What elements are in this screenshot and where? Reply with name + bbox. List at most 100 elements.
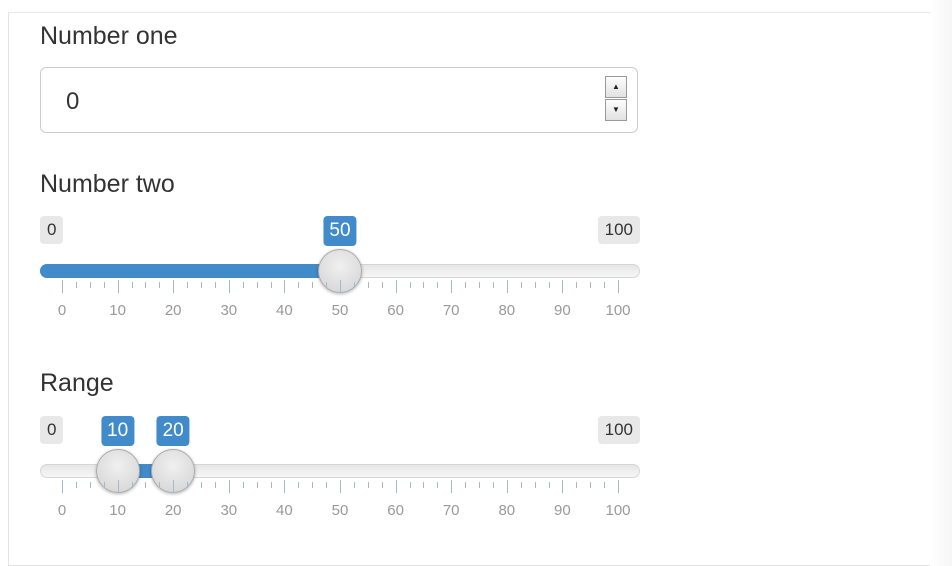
range-major-tick [340,480,341,493]
two-major-tick [117,280,119,293]
range-major-tick [117,480,119,493]
two-minor-tick [423,282,425,288]
two-major-tick [506,280,508,293]
range-minor-tick [256,482,258,488]
range-major-tick [562,480,564,493]
two-minor-tick [465,282,467,288]
range-major-tick [451,480,453,493]
two-minor-tick [326,282,328,288]
range-minor-tick [201,482,202,488]
range-slider[interactable]: 0 100 10 20 0 10 20 30 40 50 60 70 80 90 100 [40,414,640,534]
number-two-label: Number two [40,170,175,198]
two-minor-tick [479,282,480,288]
arrow-down-icon: ▼ [612,105,620,114]
two-tick-label: 100 [605,302,631,319]
range-to-label: 20 [156,416,190,446]
range-max-label: 100 [597,416,640,444]
two-minor-tick [242,282,244,288]
two-minor-tick [381,282,383,288]
two-minor-tick [590,282,592,288]
two-minor-tick [353,282,355,288]
number-one-label: Number one [40,22,178,50]
two-major-tick [340,280,341,293]
number-one-value[interactable]: 0 [66,88,79,116]
panel-edge [930,0,952,566]
two-tick-label: 10 [109,302,126,319]
range-minor-tick [465,482,467,488]
range-minor-tick [534,482,536,488]
two-minor-tick [89,282,91,288]
number-spinner[interactable]: ▲ ▼ [605,76,627,122]
number-two-slider[interactable]: 0 100 50 0 10 20 30 40 50 60 70 80 90 100 [40,214,640,334]
range-minor-tick [89,482,91,488]
range-label: Range [40,369,114,397]
range-tick-label: 60 [387,502,404,519]
two-minor-tick [367,282,369,288]
spin-up-button[interactable]: ▲ [605,76,627,98]
two-minor-tick [492,282,494,288]
range-minor-tick [479,482,480,488]
two-major-tick [62,280,63,293]
two-major-tick [228,280,230,293]
range-minor-tick [75,482,77,488]
number-one-input[interactable]: 0 ▲ ▼ [40,67,638,133]
two-major-tick [451,280,453,293]
range-minor-tick [326,482,328,488]
range-minor-tick [520,482,522,488]
slider-fill [40,264,340,278]
range-tick-label: 40 [276,502,293,519]
two-major-tick [395,280,397,293]
two-minor-tick [270,282,272,288]
two-tick-label: 0 [57,302,67,319]
two-tick-label: 30 [220,302,238,319]
range-tick-label: 70 [442,502,460,519]
range-minor-tick [576,482,578,488]
range-minor-tick [353,482,355,488]
two-tick-label: 40 [276,302,293,319]
two-minor-tick [604,282,606,288]
two-tick-label: 50 [331,302,349,319]
slider-max-label: 100 [597,216,640,244]
range-major-tick [395,480,397,493]
two-tick-label: 90 [554,302,571,319]
slider-min-label: 0 [40,216,64,244]
range-minor-tick [367,482,369,488]
two-minor-tick [201,282,202,288]
two-major-tick [618,280,619,293]
range-minor-tick [409,482,411,488]
range-minor-tick [437,482,439,488]
range-minor-tick [270,482,272,488]
range-minor-tick [214,482,216,488]
slider-value-label: 50 [323,216,357,246]
range-minor-tick [423,482,425,488]
range-minor-tick [242,482,244,488]
range-major-tick [506,480,508,493]
range-minor-tick [298,482,300,488]
range-ticks: 0 10 20 30 40 50 60 70 80 90 100 [40,478,640,528]
range-major-tick [62,480,63,493]
two-minor-tick [256,282,258,288]
two-major-tick [284,280,286,293]
arrow-up-icon: ▲ [612,82,620,91]
range-tick-label: 90 [554,502,571,519]
range-tick-label: 0 [57,502,67,519]
range-minor-tick [187,482,189,488]
range-minor-tick [131,482,133,488]
two-tick-label: 80 [498,302,516,319]
two-minor-tick [437,282,439,288]
range-major-tick [228,480,230,493]
two-minor-tick [298,282,300,288]
range-tick-label: 10 [109,502,126,519]
range-min-label: 0 [40,416,64,444]
two-tick-label: 60 [387,302,404,319]
two-minor-tick [75,282,77,288]
spin-down-button[interactable]: ▼ [605,99,627,121]
slider-ticks: 0 10 20 30 40 50 60 70 80 90 100 [40,278,640,328]
two-minor-tick [520,282,522,288]
range-minor-tick [312,482,314,488]
range-tick-label: 50 [331,502,349,519]
two-major-tick [562,280,564,293]
two-minor-tick [131,282,133,288]
two-minor-tick [548,282,550,288]
range-minor-tick [159,482,161,488]
